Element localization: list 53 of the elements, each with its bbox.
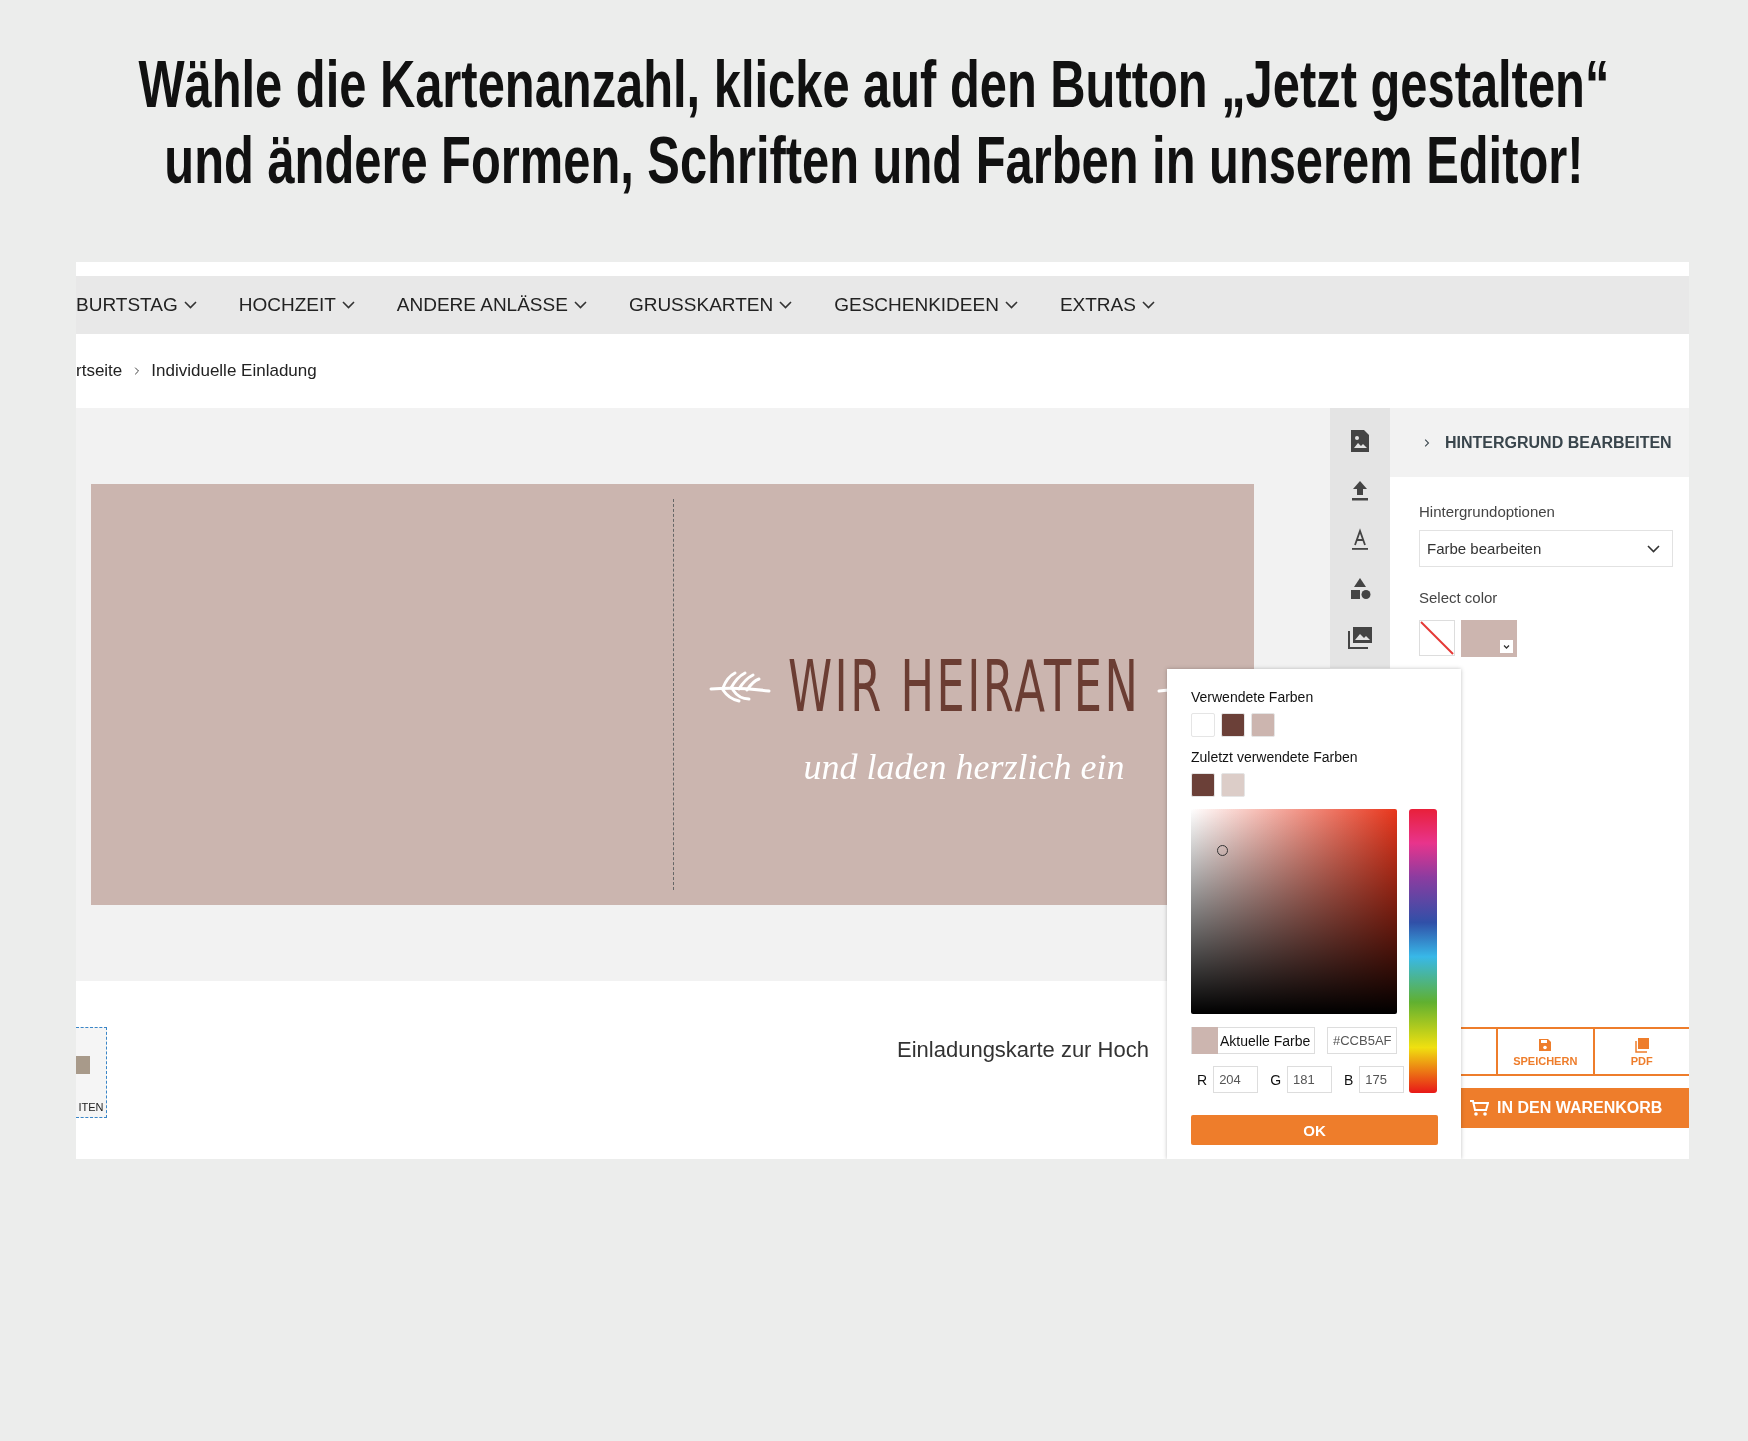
nav-menu-item[interactable]: GESCHENKIDEEN bbox=[834, 294, 1018, 316]
no-color-swatch[interactable] bbox=[1419, 620, 1455, 656]
leaf-drawing bbox=[708, 669, 771, 703]
save-icon bbox=[1537, 1036, 1554, 1053]
color-swatch[interactable] bbox=[1221, 773, 1245, 797]
color-swatch[interactable] bbox=[1251, 713, 1275, 737]
images-icon[interactable] bbox=[1347, 624, 1373, 650]
channel-label: R bbox=[1197, 1071, 1208, 1088]
section-label: Verwendete Farben bbox=[1191, 689, 1315, 705]
thumbnail-label: ITEN bbox=[78, 1101, 104, 1113]
background-options-dropdown[interactable]: Farbe bearbeiten bbox=[1419, 530, 1673, 567]
channel-label: G bbox=[1270, 1071, 1281, 1088]
headline-text: Wähle die Kartenanzahl, klicke auf den Button „Jetzt gestalten“ bbox=[138, 46, 1610, 122]
chevron-down-icon bbox=[573, 301, 587, 309]
chevron-down-icon bbox=[341, 301, 355, 309]
channel-label: B bbox=[1344, 1071, 1354, 1088]
card-subtitle: und laden herzlich ein bbox=[803, 746, 1125, 788]
panel-title: HINTERGRUND BEARBEITEN bbox=[1445, 433, 1672, 452]
nav-menu-item[interactable]: ANDERE ANLÄSSE bbox=[396, 294, 587, 316]
current-color-label: Aktuelle Farbe bbox=[1219, 1032, 1311, 1049]
color-swatch[interactable] bbox=[1191, 773, 1215, 797]
chevron-down-icon bbox=[1647, 544, 1660, 553]
nav-menu-item[interactable]: BURTSTAG bbox=[76, 294, 197, 316]
field-label: Select color bbox=[1419, 589, 1499, 606]
color-swatch[interactable] bbox=[1461, 620, 1517, 657]
pdf-icon bbox=[1633, 1036, 1650, 1053]
color-swatch[interactable] bbox=[1221, 713, 1245, 737]
hex-input[interactable]: #CCB5AF bbox=[1327, 1027, 1397, 1054]
thumbnail-image bbox=[76, 1056, 90, 1074]
color-gradient-area[interactable] bbox=[1191, 809, 1397, 1014]
chevron-down-icon bbox=[183, 301, 197, 309]
cart-icon bbox=[1469, 1099, 1489, 1117]
channel-input[interactable]: 175 bbox=[1359, 1066, 1405, 1093]
channel-input[interactable]: 204 bbox=[1213, 1066, 1259, 1093]
diagonal-line-icon bbox=[1420, 621, 1454, 655]
nav-menu-item[interactable]: EXTRAS bbox=[1059, 294, 1155, 316]
chevron-down-icon bbox=[779, 301, 793, 309]
chevron-down-icon bbox=[1004, 301, 1018, 309]
field-label: Hintergrundoptionen bbox=[1419, 503, 1556, 520]
nav-menu-item[interactable]: HOCHZEIT bbox=[238, 294, 355, 316]
channel-input[interactable]: 181 bbox=[1287, 1066, 1332, 1093]
card-title: WIR HEIRATEN bbox=[787, 644, 1141, 728]
color-swatch[interactable] bbox=[1191, 713, 1215, 737]
chevron-down-icon bbox=[1141, 301, 1155, 309]
page-thumbnail[interactable]: ITEN bbox=[76, 1027, 107, 1118]
breadcrumb-link[interactable]: rtseite bbox=[76, 361, 123, 381]
breadcrumb-link[interactable]: Individuelle Einladung bbox=[151, 361, 317, 381]
nav-menu-item[interactable]: GRUSSKARTEN bbox=[628, 294, 793, 316]
headline-text: und ändere Formen, Schriften und Farben in unserem Editor! bbox=[164, 122, 1584, 198]
panel-header[interactable]: HINTERGRUND BEARBEITEN bbox=[1390, 408, 1689, 477]
current-color-swatch bbox=[1192, 1027, 1218, 1054]
product-title: Einladungskarte zur Hoch bbox=[897, 1037, 1149, 1064]
section-label: Zuletzt verwendete Farben bbox=[1191, 749, 1359, 765]
